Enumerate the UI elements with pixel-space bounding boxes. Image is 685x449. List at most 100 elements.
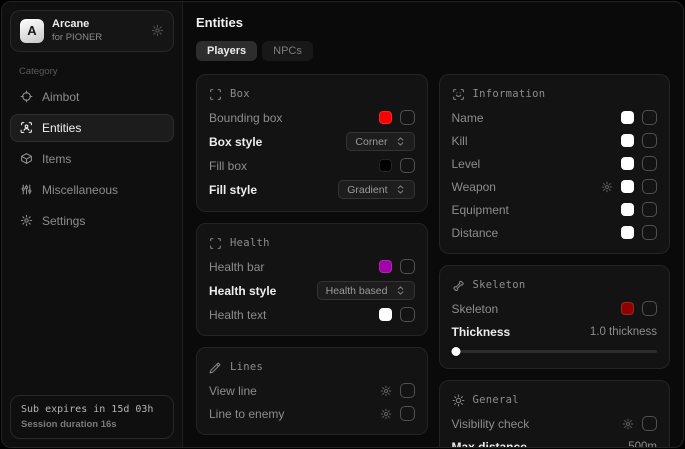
card-header: Skeleton: [452, 276, 658, 294]
card-title: Box: [230, 88, 250, 100]
category-label: Category: [19, 66, 174, 77]
row-controls: [601, 179, 657, 194]
view-line-gear-icon[interactable]: [380, 385, 392, 397]
page-title: Entities: [196, 15, 670, 30]
card-header: Box: [209, 85, 415, 103]
row-view-line: View line: [209, 382, 415, 399]
cards-area: Box Bounding box Box style Corner Fill box Fi…: [196, 74, 670, 447]
name-color-swatch[interactable]: [621, 111, 634, 124]
sidebar-nav: Aimbot Entities Items Miscellaneous Settings: [10, 83, 174, 235]
level-checkbox[interactable]: [642, 156, 657, 171]
row-thickness: Thickness1.0 thickness: [452, 323, 658, 340]
max-distance-label: Max distance: [452, 440, 527, 448]
line-to-enemy-checkbox[interactable]: [400, 406, 415, 421]
pencil-line-icon: [209, 361, 222, 374]
brand-card: A Arcane for PIONER: [10, 10, 174, 52]
kill-color-swatch[interactable]: [621, 134, 634, 147]
distance-label: Distance: [452, 226, 499, 240]
sidebar-item-label: Aimbot: [42, 90, 79, 104]
bounding-box-label: Bounding box: [209, 111, 282, 125]
distance-color-swatch[interactable]: [621, 226, 634, 239]
visibility-check-label: Visibility check: [452, 417, 530, 431]
kill-checkbox[interactable]: [642, 133, 657, 148]
box-style-dropdown[interactable]: Corner: [346, 132, 414, 151]
thickness-slider[interactable]: [452, 346, 658, 356]
skeleton-checkbox[interactable]: [642, 301, 657, 316]
name-label: Name: [452, 111, 484, 125]
sidebar-item-items[interactable]: Items: [10, 145, 174, 173]
health-style-dropdown[interactable]: Health based: [317, 281, 415, 300]
fill-style-dropdown[interactable]: Gradient: [338, 180, 414, 199]
slider-handle[interactable]: [451, 347, 460, 356]
scan-face-icon: [452, 88, 465, 101]
distance-checkbox[interactable]: [642, 225, 657, 240]
view-line-checkbox[interactable]: [400, 383, 415, 398]
chevrons-up-down-icon: [395, 136, 406, 147]
sidebar-item-miscellaneous[interactable]: Miscellaneous: [10, 176, 174, 204]
level-color-swatch[interactable]: [621, 157, 634, 170]
sidebar-item-label: Miscellaneous: [42, 183, 118, 197]
weapon-gear-icon[interactable]: [601, 181, 613, 193]
skeleton-color-swatch[interactable]: [621, 302, 634, 315]
tab-npcs[interactable]: NPCs: [262, 41, 313, 61]
health-text-checkbox[interactable]: [400, 307, 415, 322]
card-title: Lines: [230, 361, 263, 373]
fill-box-label: Fill box: [209, 159, 247, 173]
card-column-2: InformationNameKillLevelWeaponEquipmentD…: [439, 74, 671, 447]
row-controls: [621, 133, 657, 148]
health-bar-color-swatch[interactable]: [379, 260, 392, 273]
fill-box-color-swatch[interactable]: [379, 159, 392, 172]
sidebar-item-aimbot[interactable]: Aimbot: [10, 83, 174, 111]
settings-icon[interactable]: [151, 24, 164, 37]
row-controls: [380, 383, 415, 398]
kill-label: Kill: [452, 134, 468, 148]
skeleton-card: Skeleton Skeleton Thickness1.0 thickness: [439, 265, 671, 369]
visibility-check-gear-icon[interactable]: [622, 418, 634, 430]
app-name: Arcane: [52, 18, 143, 32]
name-checkbox[interactable]: [642, 110, 657, 125]
sidebar-item-entities[interactable]: Entities: [10, 114, 174, 142]
fill-style-label: Fill style: [209, 183, 257, 197]
health-text-color-swatch[interactable]: [379, 308, 392, 321]
line-to-enemy-label: Line to enemy: [209, 407, 284, 421]
fill-box-checkbox[interactable]: [400, 158, 415, 173]
max-distance-value: 500m: [628, 441, 657, 448]
bounding-box-color-swatch[interactable]: [379, 111, 392, 124]
row-controls: [379, 259, 415, 274]
row-name: Name: [452, 109, 658, 126]
equipment-color-swatch[interactable]: [621, 203, 634, 216]
tab-players[interactable]: Players: [196, 41, 257, 61]
health-bar-checkbox[interactable]: [400, 259, 415, 274]
box-style-label: Box style: [209, 135, 262, 149]
scan-icon: [209, 237, 222, 250]
fill-style-dropdown-value: Gradient: [347, 184, 387, 196]
sidebar-item-settings[interactable]: Settings: [10, 207, 174, 235]
card-header: Health: [209, 234, 415, 252]
sun-icon: [452, 394, 465, 407]
row-health-text: Health text: [209, 306, 415, 323]
health-card: HealthHealth barHealth styleHealth based…: [196, 223, 428, 336]
visibility-check-checkbox[interactable]: [642, 416, 657, 431]
app-logo: A: [20, 19, 44, 43]
tab-bar: PlayersNPCs: [196, 41, 670, 61]
session-duration-text: Session duration 16s: [21, 419, 163, 430]
row-controls: [621, 225, 657, 240]
row-controls: Health based: [317, 281, 415, 300]
row-controls: 500m: [628, 441, 657, 448]
row-fill-style: Fill style Gradient: [209, 180, 415, 199]
sub-expires-text: Sub expires in 15d 03h: [21, 404, 163, 415]
row-controls: [380, 406, 415, 421]
bounding-box-checkbox[interactable]: [400, 110, 415, 125]
crosshair-icon: [20, 90, 33, 103]
general-card: GeneralVisibility checkMax distance500m: [439, 380, 671, 447]
weapon-color-swatch[interactable]: [621, 180, 634, 193]
row-distance: Distance: [452, 224, 658, 241]
line-to-enemy-gear-icon[interactable]: [380, 408, 392, 420]
card-header: Lines: [209, 358, 415, 376]
row-skeleton: Skeleton: [452, 300, 658, 317]
health-text-label: Health text: [209, 308, 266, 322]
equipment-checkbox[interactable]: [642, 202, 657, 217]
row-controls: [621, 110, 657, 125]
row-kill: Kill: [452, 132, 658, 149]
weapon-checkbox[interactable]: [642, 179, 657, 194]
